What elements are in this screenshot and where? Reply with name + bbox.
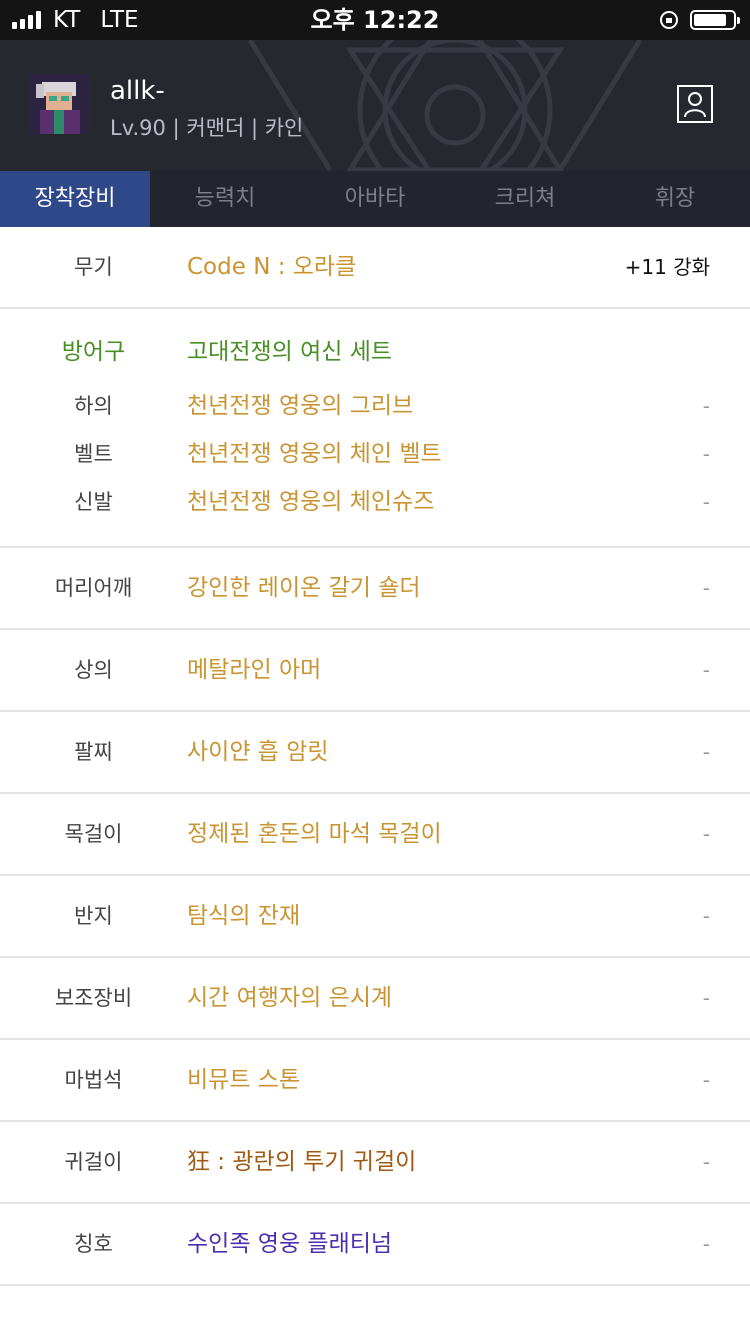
equipment-row-shoulder[interactable]: 머리어깨 강인한 레이온 갈기 숄더 -: [0, 548, 750, 630]
item-name: 메탈라인 아머: [187, 657, 322, 683]
armor-set-header: 방어구 고대전쟁의 여신 세트: [0, 328, 750, 376]
battery-icon: [690, 10, 740, 30]
equipment-row-shoes[interactable]: 신발 천년전쟁 영웅의 체인슈즈 -: [0, 478, 750, 526]
item-extra: -: [702, 822, 710, 846]
equipment-row-title[interactable]: 칭호 수인족 영웅 플래티넘 -: [0, 1204, 750, 1286]
item-name: 천년전쟁 영웅의 그리브: [187, 393, 414, 419]
tab-equipment[interactable]: 장착장비: [0, 171, 150, 227]
item-name: 강인한 레이온 갈기 숄더: [187, 575, 421, 601]
slot-label: 반지: [74, 904, 113, 928]
item-name: 狂 : 광란의 투기 귀걸이: [187, 1149, 417, 1175]
item-extra: -: [702, 1150, 710, 1174]
equipment-row-top[interactable]: 상의 메탈라인 아머 -: [0, 630, 750, 712]
item-extra: -: [702, 576, 710, 600]
rotation-lock-icon: [660, 11, 678, 29]
item-name: 탐식의 잔재: [187, 903, 301, 929]
slot-label: 칭호: [74, 1232, 113, 1256]
tab-emblem[interactable]: 휘장: [600, 171, 750, 227]
armor-label: 방어구: [61, 339, 126, 365]
slot-label: 팔찌: [74, 740, 113, 764]
tab-avatar[interactable]: 아바타: [300, 171, 450, 227]
profile-button[interactable]: [677, 85, 713, 123]
item-name: 천년전쟁 영웅의 체인 벨트: [187, 441, 442, 467]
slot-label: 귀걸이: [64, 1150, 123, 1174]
item-name: 수인족 영웅 플래티넘: [187, 1231, 393, 1257]
item-name: 시간 여행자의 은시계: [187, 985, 393, 1011]
character-name: allk-: [110, 76, 165, 106]
item-name: 사이얀 흡 암릿: [187, 739, 329, 765]
item-extra: -: [702, 986, 710, 1010]
slot-label: 보조장비: [54, 986, 133, 1010]
profile-header: allk- Lv.90 | 커맨더 | 카인: [0, 40, 750, 171]
slot-label: 머리어깨: [54, 576, 133, 600]
slot-label: 신발: [74, 490, 113, 514]
item-extra: -: [702, 1068, 710, 1092]
slot-label: 벨트: [74, 442, 113, 466]
profile-icon: [684, 92, 706, 118]
item-extra: -: [702, 394, 710, 418]
character-avatar-icon[interactable]: [30, 74, 90, 134]
weapon-row[interactable]: 무기 Code N : 오라클 +11 강화: [0, 227, 750, 309]
item-name: 비뮤트 스톤: [187, 1067, 301, 1093]
item-name: 천년전쟁 영웅의 체인슈즈: [187, 489, 435, 515]
item-extra: -: [702, 442, 710, 466]
tab-creature[interactable]: 크리쳐: [450, 171, 600, 227]
equipment-row-pants[interactable]: 하의 천년전쟁 영웅의 그리브 -: [0, 382, 750, 430]
item-extra: -: [702, 490, 710, 514]
tab-stats[interactable]: 능력치: [150, 171, 300, 227]
slot-label: 상의: [74, 658, 113, 682]
status-bar: KT LTE 오후 12:22: [0, 0, 750, 40]
equipment-row-support[interactable]: 보조장비 시간 여행자의 은시계 -: [0, 958, 750, 1040]
item-extra: -: [702, 740, 710, 764]
equipment-row-earring[interactable]: 귀걸이 狂 : 광란의 투기 귀걸이 -: [0, 1122, 750, 1204]
item-extra: -: [702, 904, 710, 928]
item-extra: -: [702, 1232, 710, 1256]
equipment-row-magic-stone[interactable]: 마법석 비뮤트 스톤 -: [0, 1040, 750, 1122]
item-name: 정제된 혼돈의 마석 목걸이: [187, 821, 442, 847]
equipment-list: 무기 Code N : 오라클 +11 강화 방어구 고대전쟁의 여신 세트 하…: [0, 227, 750, 1286]
item-name: Code N : 오라클: [187, 254, 357, 280]
set-name: 고대전쟁의 여신 세트: [187, 339, 393, 365]
character-info: Lv.90 | 커맨더 | 카인: [110, 116, 304, 140]
slot-label: 마법석: [64, 1068, 123, 1092]
clock: 오후 12:22: [310, 6, 440, 34]
equipment-row-bracelet[interactable]: 팔찌 사이얀 흡 암릿 -: [0, 712, 750, 794]
slot-label: 하의: [74, 394, 113, 418]
equipment-row-necklace[interactable]: 목걸이 정제된 혼돈의 마석 목걸이 -: [0, 794, 750, 876]
enhance-level: +11 강화: [624, 255, 710, 279]
equipment-row-ring[interactable]: 반지 탐식의 잔재 -: [0, 876, 750, 958]
slot-label: 무기: [74, 255, 113, 279]
equipment-row-belt[interactable]: 벨트 천년전쟁 영웅의 체인 벨트 -: [0, 430, 750, 478]
slot-label: 목걸이: [64, 822, 123, 846]
armor-set-group: 방어구 고대전쟁의 여신 세트 하의 천년전쟁 영웅의 그리브 - 벨트 천년전…: [0, 309, 750, 548]
tab-bar: 장착장비 능력치 아바타 크리쳐 휘장: [0, 171, 750, 227]
item-extra: -: [702, 658, 710, 682]
